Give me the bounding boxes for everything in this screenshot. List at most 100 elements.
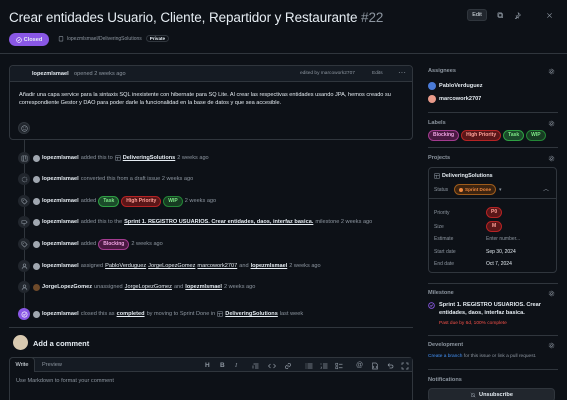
timeline-text: by moving to Sprint Done in (146, 311, 216, 317)
milestone-title: Milestone (428, 290, 454, 296)
state-badge: Closed (9, 33, 49, 46)
timeline-user[interactable]: lopezmlsmael (42, 198, 79, 204)
timeline-text: unassigned (94, 284, 123, 290)
timeline-user[interactable]: lopezmlsmael (42, 176, 79, 182)
unsubscribe-label: Unsubscribe (479, 392, 513, 398)
user-avatar (33, 283, 40, 291)
milestone-name[interactable]: Sprint 1. REGISTRO USUARIOS. Crear entid… (439, 301, 557, 317)
person-icon (18, 281, 30, 293)
assignee-link[interactable]: marcowork2707 (197, 263, 237, 269)
chevron-up-icon[interactable]: ︿ (543, 184, 549, 193)
timeline-user[interactable]: lopezmlsmael (42, 311, 79, 317)
timeline-user[interactable]: lopezmlsmael (42, 219, 79, 225)
field-size[interactable]: Size M (434, 221, 503, 232)
mention-icon[interactable]: @ (356, 362, 364, 370)
timeline-link[interactable]: DeliveringSolutions (123, 155, 176, 161)
fullscreen-icon[interactable] (401, 362, 409, 370)
development-hint: for this issue or link a pull request. (463, 354, 537, 359)
timeline-line (24, 140, 25, 320)
repo-info: lopezmlsmael/DeliveringSolutions Private (58, 35, 170, 42)
project-link[interactable]: DeliveringSolutions (225, 311, 278, 317)
development-text: Create a branch for this issue or link a… (428, 354, 536, 359)
field-key: End date (434, 261, 455, 267)
field-priority[interactable]: Priority P0 (434, 207, 503, 218)
unordered-list-icon[interactable] (305, 362, 313, 370)
reference-icon[interactable] (371, 362, 379, 370)
comment-textarea[interactable]: Use Markdown to format your comment (10, 372, 412, 390)
comment-header: lopezmlsmael opened 2 weeks ago edited b… (10, 66, 412, 82)
reaction-button[interactable] (18, 122, 30, 134)
pin-icon[interactable] (514, 12, 521, 19)
quote-icon[interactable] (252, 362, 260, 370)
project-card (428, 167, 557, 273)
timeline-user[interactable]: lopezmlsmael (42, 155, 79, 161)
assignee-link[interactable]: lopezmlsmael (185, 284, 222, 290)
assignee-avatar (428, 82, 436, 90)
timeline-user[interactable]: JorgeLopezGomez (42, 284, 92, 290)
gear-icon[interactable] (548, 120, 555, 127)
tab-write[interactable]: Write (9, 357, 35, 372)
timeline-user[interactable]: lopezmlsmael (42, 263, 79, 269)
gear-icon[interactable] (548, 155, 555, 162)
completed-link[interactable]: completed (117, 311, 145, 317)
label-wip[interactable]: WIP (526, 130, 546, 141)
repo-name[interactable]: lopezmlsmael/DeliveringSolutions (67, 36, 142, 42)
milestone-link[interactable]: Sprint 1. REGISTRO USUARIOS. Crear entid… (124, 219, 313, 225)
field-key: Start date (434, 249, 456, 255)
tab-preview[interactable]: Preview (42, 362, 62, 368)
edits-dropdown[interactable]: Edits (372, 71, 383, 76)
label-task[interactable]: Task (503, 130, 525, 141)
field-start-date[interactable]: Start date Sep 30, 2024 (434, 249, 516, 255)
project-status-row[interactable]: Status Sprint Done ▾ (434, 184, 502, 195)
label-high-priority[interactable]: High Priority (461, 130, 502, 141)
undo-icon[interactable] (386, 362, 394, 370)
edited-by[interactable]: edited by marcowork2707 (300, 71, 355, 76)
label-high-priority[interactable]: High Priority (121, 195, 162, 207)
unsubscribe-button[interactable]: Unsubscribe (428, 388, 555, 400)
bold-icon[interactable]: B (220, 362, 228, 370)
project-name: DeliveringSolutions (442, 173, 493, 179)
comment-action: opened 2 weeks ago (74, 71, 126, 77)
state-label: Closed (23, 36, 43, 43)
user-avatar (33, 240, 40, 248)
status-key: Status (434, 186, 449, 193)
copy-icon[interactable] (497, 12, 504, 19)
more-options-icon[interactable]: ··· (398, 69, 406, 77)
timeline-divider (9, 327, 413, 328)
field-key: Size (434, 223, 444, 230)
code-icon[interactable] (268, 362, 276, 370)
assignee-item[interactable]: marcowork2707 (428, 95, 481, 103)
timeline-time: 2 weeks ago (223, 284, 256, 290)
field-value: P0 (486, 207, 503, 218)
italic-icon[interactable]: I (235, 362, 243, 370)
create-branch-link[interactable]: Create a branch (428, 354, 462, 359)
timeline-item: lopezmlsmael added Blocking 2 weeks ago (18, 238, 408, 250)
assignee-item[interactable]: PabloVerduguez (428, 82, 483, 90)
field-key: Estimate (434, 236, 454, 242)
gear-icon[interactable] (548, 342, 555, 349)
heading-icon[interactable]: H (205, 362, 213, 370)
ordered-list-icon[interactable] (320, 362, 328, 370)
assignee-link[interactable]: PabloVerduguez (105, 263, 146, 269)
gear-icon[interactable] (548, 68, 555, 75)
field-end-date[interactable]: End date Oct 7, 2024 (434, 261, 512, 267)
project-name-row[interactable]: DeliveringSolutions (434, 173, 493, 179)
gear-icon[interactable] (548, 290, 555, 297)
timeline-user[interactable]: lopezmlsmael (42, 241, 79, 247)
close-icon[interactable] (546, 12, 553, 19)
field-estimate[interactable]: Estimate Enter number... (434, 236, 520, 242)
label-blocking[interactable]: Blocking (428, 130, 460, 141)
edit-button[interactable]: Edit (467, 9, 487, 21)
assignee-link[interactable]: JorgeLopezGomez (125, 284, 172, 290)
comment-author[interactable]: lopezmlsmael (32, 71, 69, 77)
assignee-link[interactable]: lopezmlsmael (251, 263, 288, 269)
development-title: Development (428, 342, 464, 348)
task-list-icon[interactable] (335, 362, 343, 370)
assignee-link[interactable]: JorgeLopezGomez (148, 263, 195, 269)
label-task[interactable]: Task (98, 195, 120, 207)
chevron-down-icon[interactable]: ▾ (499, 187, 502, 193)
sidebar-divider (428, 147, 558, 148)
label-blocking[interactable]: Blocking (98, 238, 130, 250)
label-wip[interactable]: WIP (163, 195, 183, 207)
link-icon[interactable] (284, 362, 292, 370)
